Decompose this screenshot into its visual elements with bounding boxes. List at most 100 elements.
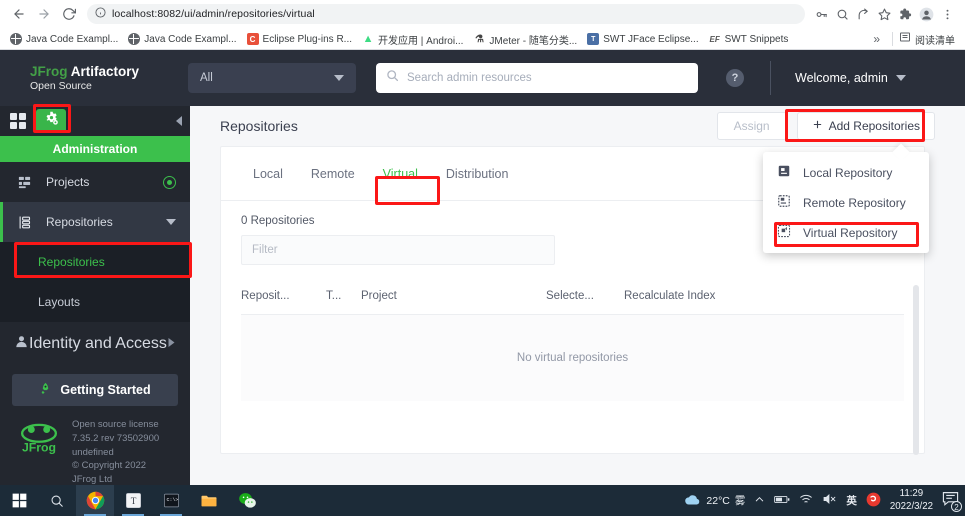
column-header-project[interactable]: Project [361, 290, 546, 302]
administration-gear-button[interactable] [36, 109, 66, 133]
license-info: Open source license 7.35.2 rev 73502900 … [72, 418, 159, 487]
bookmark-item[interactable]: ▲ 开发应用 | Androi... [358, 30, 467, 49]
notifications-icon[interactable]: 2 [942, 491, 962, 512]
column-header-repository[interactable]: Reposit... [241, 290, 326, 302]
taskbar-wechat-icon[interactable] [228, 485, 266, 516]
sidebar-item-identity-and-access[interactable]: Identity and Access [0, 322, 190, 366]
bookmark-label: JMeter - 随笔分类... [489, 35, 578, 47]
forward-arrow-icon[interactable] [33, 3, 55, 25]
sidebar-subitem-layouts[interactable]: Layouts [0, 282, 190, 322]
kebab-menu-icon[interactable] [937, 4, 957, 24]
bookmarks-overflow-button[interactable]: » [867, 32, 886, 46]
filter-input[interactable]: Filter [241, 235, 555, 265]
taskbar-file-explorer-icon[interactable] [190, 485, 228, 516]
browser-nav-row: localhost:8082/ui/admin/repositories/vir… [0, 0, 965, 28]
taskbar-terminal-icon[interactable]: C:\> [152, 485, 190, 516]
browser-chrome: localhost:8082/ui/admin/repositories/vir… [0, 0, 965, 50]
volume-mute-icon[interactable] [822, 493, 837, 508]
bookmark-star-icon[interactable] [874, 4, 894, 24]
sidebar-collapse-icon[interactable] [176, 116, 182, 126]
add-repositories-label: Add Repositories [828, 119, 920, 133]
help-icon[interactable]: ? [726, 69, 744, 87]
column-header-type[interactable]: T... [326, 290, 361, 302]
tab-virtual[interactable]: Virtual [369, 167, 432, 181]
battery-icon[interactable] [774, 494, 790, 508]
empty-state-message: No virtual repositories [516, 352, 629, 364]
header-divider [770, 61, 771, 95]
bookmark-label: 开发应用 | Androi... [378, 35, 464, 47]
chevron-up-icon[interactable] [754, 494, 765, 508]
sidebar-item-repositories[interactable]: Repositories [0, 202, 190, 242]
admin-search-placeholder: Search admin resources [407, 72, 532, 84]
brand-edition: Open Source [30, 79, 92, 92]
local-repo-icon [777, 164, 791, 183]
menu-item-remote-repository[interactable]: Remote Repository [763, 188, 929, 218]
extensions-puzzle-icon[interactable] [895, 4, 915, 24]
menu-item-virtual-repository[interactable]: Virtual Repository [763, 218, 929, 248]
globe-icon [10, 33, 22, 45]
sidebar-item-label: Identity and Access [29, 335, 167, 352]
sogou-icon[interactable] [866, 492, 881, 510]
apps-grid-icon[interactable] [10, 113, 26, 129]
address-bar[interactable]: localhost:8082/ui/admin/repositories/vir… [87, 4, 805, 24]
ime-cn-icon[interactable]: 英 [846, 493, 857, 508]
search-page-icon[interactable] [832, 4, 852, 24]
projects-icon [14, 175, 34, 190]
tab-remote[interactable]: Remote [297, 167, 369, 181]
assign-button[interactable]: Assign [716, 112, 787, 140]
bookmark-item[interactable]: EF SWT Snippets [705, 31, 793, 47]
reload-icon[interactable] [58, 3, 80, 25]
license-line-3: undefined [72, 446, 114, 458]
add-repositories-button[interactable]: Add Repositories [796, 112, 935, 140]
windows-start-icon[interactable] [0, 485, 38, 516]
reading-list-button[interactable]: 阅读清单 [899, 30, 959, 48]
back-arrow-icon[interactable] [8, 3, 30, 25]
weather-widget[interactable]: 22°C 雾 [684, 493, 745, 509]
address-bar-url: localhost:8082/ui/admin/repositories/vir… [112, 8, 315, 20]
column-header-recalculate-index[interactable]: Recalculate Index [624, 290, 715, 302]
clock-date: 2022/3/22 [889, 500, 933, 512]
bookmark-item[interactable]: T SWT JFace Eclipse... [583, 31, 702, 47]
sidebar-subitem-repositories[interactable]: Repositories [0, 242, 190, 282]
search-icon [386, 69, 399, 87]
share-icon[interactable] [853, 4, 873, 24]
bookmark-item[interactable]: C Eclipse Plug-ins R... [243, 31, 356, 47]
sidebar-header [0, 106, 190, 136]
taskbar-typora-icon[interactable]: T [114, 485, 152, 516]
app-brand-line: JFrog Artifactory [30, 64, 180, 80]
scope-select[interactable]: All [188, 63, 356, 93]
rocket-icon [39, 382, 52, 398]
bookmark-label: Java Code Exampl... [144, 33, 237, 45]
profile-avatar-icon[interactable] [916, 4, 936, 24]
site-info-icon[interactable] [95, 5, 106, 23]
user-menu-label: Welcome, admin [795, 71, 888, 85]
taskbar-chrome-icon[interactable] [76, 485, 114, 516]
chevron-right-icon [167, 335, 176, 353]
admin-search-box[interactable]: Search admin resources [376, 63, 698, 93]
windows-taskbar: T C:\> 22°C 雾 英 11:29 2022/3/22 2 [0, 485, 965, 516]
taskbar-clock[interactable]: 11:29 2022/3/22 [890, 488, 933, 512]
bookmark-item[interactable]: Java Code Exampl... [124, 31, 240, 47]
user-menu[interactable]: Welcome, admin [795, 71, 906, 85]
sidebar-footer: JFrog Open source license 7.35.2 rev 735… [0, 406, 190, 487]
tab-distribution[interactable]: Distribution [432, 167, 523, 181]
jfrog-frog-logo-icon: JFrog [16, 418, 62, 487]
bookmark-item[interactable]: Java Code Exampl... [6, 31, 122, 47]
taskbar-search-icon[interactable] [38, 485, 76, 516]
reading-list-label: 阅读清单 [915, 35, 955, 47]
chevron-down-icon [166, 219, 176, 225]
reading-list-icon [899, 30, 911, 48]
column-header-selected[interactable]: Selecte... [546, 290, 624, 302]
chevron-down-icon [334, 75, 344, 81]
menu-item-local-repository[interactable]: Local Repository [763, 158, 929, 188]
key-icon[interactable] [811, 4, 831, 24]
sidebar-item-projects[interactable]: Projects [0, 162, 190, 202]
cloud-icon [684, 493, 701, 509]
wifi-icon[interactable] [799, 493, 813, 508]
bookmark-label: SWT Snippets [724, 33, 789, 45]
bookmark-item[interactable]: ⚗ JMeter - 随笔分类... [469, 30, 581, 49]
sidebar-module-title: Administration [0, 136, 190, 162]
getting-started-button[interactable]: Getting Started [12, 374, 178, 406]
app-logo[interactable]: JFrog Artifactory Open Source [30, 64, 180, 92]
tab-local[interactable]: Local [239, 167, 297, 181]
